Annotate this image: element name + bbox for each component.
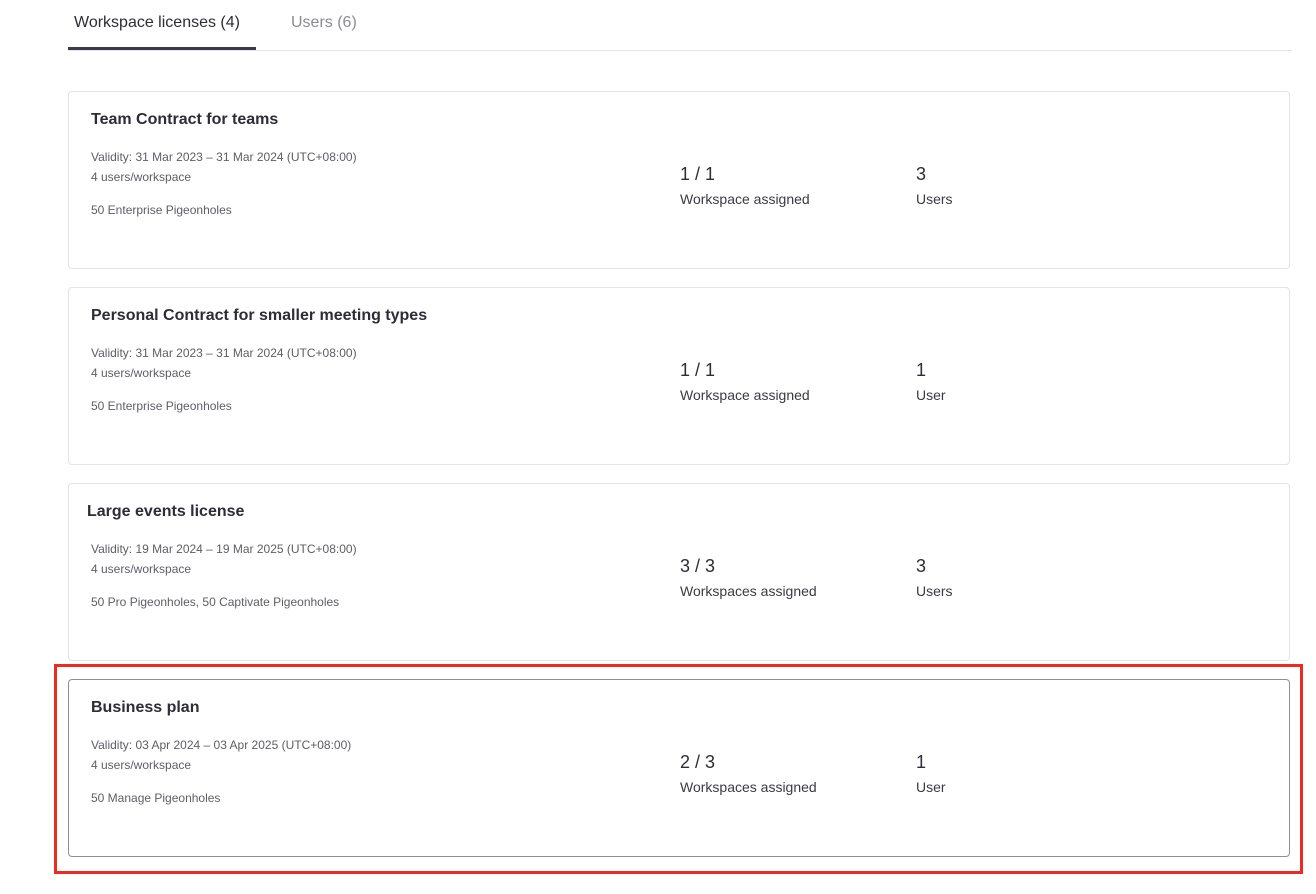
- license-card-team-contract[interactable]: Team Contract for teams Validity: 31 Mar…: [68, 91, 1290, 269]
- license-title: Large events license: [87, 503, 245, 520]
- users-count-label: Users: [916, 191, 953, 207]
- workspaces-assigned-label: Workspaces assigned: [680, 583, 817, 599]
- users-count-label: User: [916, 779, 946, 795]
- workspaces-assigned-value: 1 / 1: [680, 360, 716, 380]
- workspaces-assigned-value: 3 / 3: [680, 556, 716, 576]
- license-pigeonholes: 50 Manage Pigeonholes: [91, 791, 221, 805]
- license-users-per-workspace: 4 users/workspace: [91, 366, 192, 380]
- users-count-label: Users: [916, 583, 953, 599]
- license-validity: Validity: 19 Mar 2024 – 19 Mar 2025 (UTC…: [91, 542, 357, 556]
- license-title: Business plan: [91, 699, 200, 716]
- license-title: Team Contract for teams: [91, 111, 279, 128]
- license-users-per-workspace: 4 users/workspace: [91, 758, 192, 772]
- users-count-value: 3: [916, 556, 927, 576]
- workspaces-assigned-label: Workspaces assigned: [680, 779, 817, 795]
- license-users-per-workspace: 4 users/workspace: [91, 562, 192, 576]
- license-card-large-events[interactable]: Large events license Validity: 19 Mar 20…: [68, 483, 1290, 661]
- workspaces-assigned-label: Workspace assigned: [680, 387, 810, 403]
- users-count-value: 3: [916, 164, 927, 184]
- license-validity: Validity: 31 Mar 2023 – 31 Mar 2024 (UTC…: [91, 150, 357, 164]
- workspaces-assigned-label: Workspace assigned: [680, 191, 810, 207]
- active-tab-indicator: [68, 47, 256, 50]
- license-title: Personal Contract for smaller meeting ty…: [91, 307, 428, 324]
- tab-users[interactable]: Users (6): [291, 13, 357, 33]
- users-count-value: 1: [916, 752, 927, 772]
- license-validity: Validity: 03 Apr 2024 – 03 Apr 2025 (UTC…: [91, 738, 352, 752]
- license-pigeonholes: 50 Enterprise Pigeonholes: [91, 203, 232, 217]
- license-pigeonholes: 50 Enterprise Pigeonholes: [91, 399, 232, 413]
- license-pigeonholes: 50 Pro Pigeonholes, 50 Captivate Pigeonh…: [91, 595, 340, 609]
- users-count-label: User: [916, 387, 946, 403]
- license-tabs: Workspace licenses (4) Users (6): [68, 0, 1292, 51]
- license-validity: Validity: 31 Mar 2023 – 31 Mar 2024 (UTC…: [91, 346, 357, 360]
- workspaces-assigned-value: 1 / 1: [680, 164, 716, 184]
- license-card-business-plan[interactable]: Business plan Validity: 03 Apr 2024 – 03…: [68, 679, 1290, 857]
- tab-workspace-licenses[interactable]: Workspace licenses (4): [74, 13, 240, 33]
- users-count-value: 1: [916, 360, 927, 380]
- license-users-per-workspace: 4 users/workspace: [91, 170, 192, 184]
- license-card-personal-contract[interactable]: Personal Contract for smaller meeting ty…: [68, 287, 1290, 465]
- workspaces-assigned-value: 2 / 3: [680, 752, 716, 772]
